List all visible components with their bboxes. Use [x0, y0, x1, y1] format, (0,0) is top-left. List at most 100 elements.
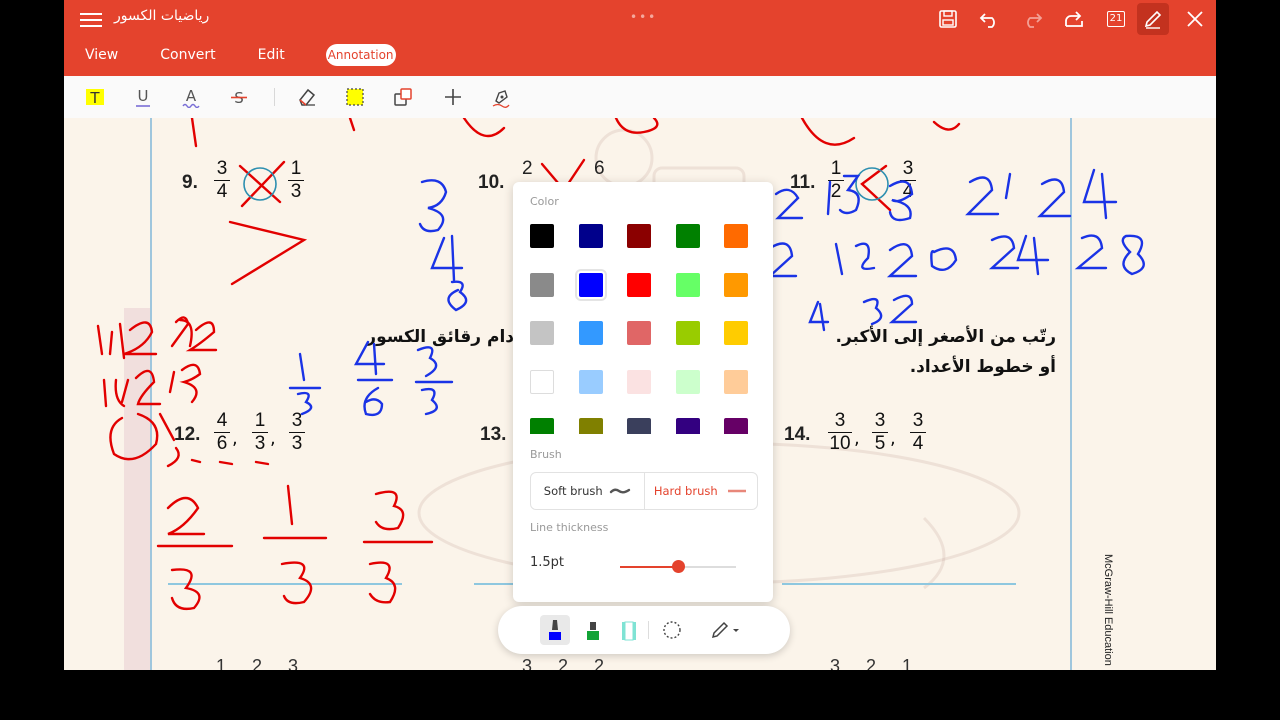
pdf-annotation-app: رياضيات الكسور ••• 21 View Convert Edit … — [64, 0, 1216, 670]
problem-number-11: 11. — [790, 172, 816, 193]
toolbar-divider — [274, 88, 275, 106]
hard-brush-option[interactable]: Hard brush — [645, 473, 758, 509]
color-swatch[interactable] — [676, 273, 700, 297]
color-swatch[interactable] — [724, 418, 748, 434]
page-margin-strip — [124, 308, 150, 670]
color-swatch[interactable] — [530, 418, 554, 434]
tab-convert[interactable]: Convert — [159, 44, 216, 66]
thickness-slider-knob[interactable] — [672, 560, 685, 573]
color-swatch[interactable] — [724, 224, 748, 248]
page-count-icon[interactable]: 21 — [1095, 0, 1137, 38]
add-icon[interactable] — [440, 84, 466, 110]
color-swatch[interactable] — [676, 418, 700, 434]
comma: , — [270, 428, 276, 449]
pen-tool-bar — [498, 606, 790, 654]
color-swatch[interactable] — [676, 224, 700, 248]
menu-icon[interactable] — [80, 10, 102, 30]
color-swatch[interactable] — [627, 224, 651, 248]
color-swatch[interactable] — [579, 370, 603, 394]
lasso-select-icon[interactable] — [657, 615, 687, 645]
area-highlight-icon[interactable] — [342, 84, 368, 110]
problem-number-10: 10. — [478, 172, 505, 193]
mode-tabs: View Convert Edit Annotation — [84, 44, 396, 66]
fraction: 13 — [288, 158, 304, 203]
blue-marker-icon[interactable] — [540, 615, 570, 645]
soft-brush-label: Soft brush — [543, 484, 603, 498]
signature-pen-icon[interactable] — [488, 84, 514, 110]
color-swatch-selected[interactable] — [575, 269, 607, 301]
top-toolbar: 21 — [927, 0, 1216, 38]
bottom-number: 1 — [902, 656, 913, 670]
thickness-slider-fill — [620, 566, 678, 568]
fraction: 12 — [828, 158, 844, 203]
bottom-number: 3 — [288, 656, 299, 670]
eraser-icon[interactable] — [294, 84, 320, 110]
color-swatch[interactable] — [724, 321, 748, 345]
text-highlight-icon[interactable]: T — [82, 84, 108, 110]
comma: , — [232, 428, 238, 449]
drag-handle-icon[interactable]: ••• — [630, 10, 657, 24]
instruction-line-2: أو خطوط الأعداد. — [909, 357, 1056, 377]
brush-label: Brush — [530, 448, 562, 461]
teal-highlighter-icon[interactable] — [614, 615, 644, 645]
hard-brush-label: Hard brush — [653, 484, 718, 498]
comma: , — [890, 428, 896, 449]
soft-brush-icon — [609, 488, 630, 494]
annotate-pen-icon[interactable] — [1137, 3, 1169, 35]
bottom-number: 2 — [252, 656, 263, 670]
hard-brush-icon — [727, 489, 746, 493]
color-swatch[interactable] — [530, 321, 554, 345]
color-swatch[interactable] — [627, 321, 651, 345]
color-swatch[interactable] — [530, 273, 554, 297]
fraction: 34 — [910, 410, 926, 455]
color-swatch[interactable] — [676, 321, 700, 345]
brush-selector: Soft brush Hard brush — [530, 472, 758, 510]
color-swatch[interactable] — [724, 273, 748, 297]
color-swatch[interactable] — [530, 370, 554, 394]
save-icon[interactable] — [927, 0, 969, 38]
tab-edit[interactable]: Edit — [257, 44, 286, 66]
svg-text:U: U — [138, 87, 149, 105]
instruction-text-end: دام رقائق الكسور — [366, 327, 514, 347]
share-icon[interactable] — [1053, 0, 1095, 38]
color-swatch[interactable] — [579, 418, 603, 434]
publisher-credit: McGraw-Hill Education — [1102, 554, 1114, 666]
color-swatch[interactable] — [627, 370, 651, 394]
soft-brush-option[interactable]: Soft brush — [531, 473, 645, 509]
color-swatch[interactable] — [530, 224, 554, 248]
problem-number-14: 14. — [784, 424, 811, 445]
redo-icon[interactable] — [1011, 0, 1053, 38]
svg-text:A: A — [186, 87, 197, 105]
fraction: 35 — [872, 410, 888, 455]
color-swatch[interactable] — [579, 224, 603, 248]
bottom-number: 2 — [866, 656, 877, 670]
color-label: Color — [530, 195, 559, 208]
svg-text:T: T — [89, 89, 100, 107]
color-swatch[interactable] — [724, 370, 748, 394]
green-highlighter-icon[interactable] — [578, 615, 608, 645]
undo-icon[interactable] — [969, 0, 1011, 38]
close-icon[interactable] — [1174, 0, 1216, 38]
strikethrough-icon[interactable]: S — [226, 84, 252, 110]
bottom-number: 2 — [558, 656, 569, 670]
tab-view[interactable]: View — [84, 44, 119, 66]
fraction: 13 — [252, 410, 268, 455]
shape-icon[interactable] — [390, 84, 416, 110]
thickness-value: 1.5pt — [530, 555, 565, 570]
color-swatch[interactable] — [627, 418, 651, 434]
top-app-bar: رياضيات الكسور ••• 21 View Convert Edit … — [64, 0, 1216, 76]
document-title: رياضيات الكسور — [114, 8, 210, 24]
value: 2 — [522, 158, 533, 179]
bottom-number: 3 — [830, 656, 841, 670]
pen-settings-icon[interactable] — [704, 615, 748, 645]
pen-color-panel: Color Brush Soft brush Hard brush Line t… — [513, 182, 773, 602]
underline-icon[interactable]: U — [130, 84, 156, 110]
color-swatch[interactable] — [579, 321, 603, 345]
fraction: 46 — [214, 410, 230, 455]
tab-annotation[interactable]: Annotation — [325, 44, 396, 66]
color-swatch[interactable] — [627, 273, 651, 297]
bottom-number: 1 — [216, 656, 227, 670]
squiggly-underline-icon[interactable]: A — [178, 84, 204, 110]
color-swatch[interactable] — [676, 370, 700, 394]
thickness-slider[interactable] — [620, 560, 736, 573]
